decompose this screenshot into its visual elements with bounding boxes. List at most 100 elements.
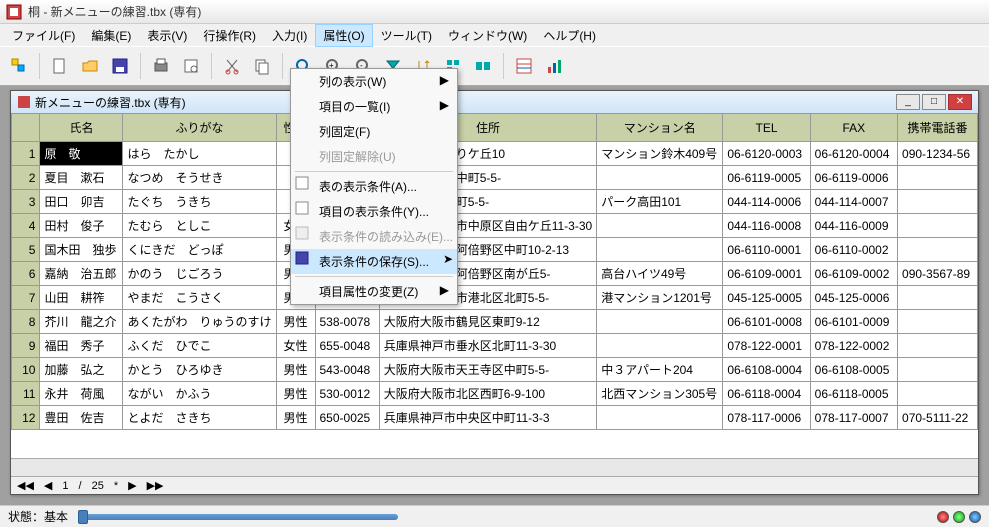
data-grid[interactable]: 氏名 ふりがな 性別 郵便番号 住所 マンション名 TEL FAX 携帯電話番 … <box>11 113 978 458</box>
cell-mansion[interactable]: 港マンション1201号 <box>597 286 723 310</box>
toolbar-join-icon[interactable] <box>470 53 496 79</box>
cell-mob[interactable] <box>898 214 978 238</box>
toolbar-copy-icon[interactable] <box>249 53 275 79</box>
cell-fax[interactable]: 06-6101-0009 <box>810 310 897 334</box>
cell-tel[interactable]: 06-6110-0001 <box>723 238 810 262</box>
menu-save-cond[interactable]: 表示条件の保存(S)...➤ <box>291 249 457 274</box>
cell-mob[interactable] <box>898 238 978 262</box>
cell-zip[interactable]: 543-0048 <box>315 358 379 382</box>
cell-mob[interactable] <box>898 190 978 214</box>
cell-mansion[interactable] <box>597 214 723 238</box>
toolbar-new-icon[interactable] <box>6 53 32 79</box>
cell-kana[interactable]: ながい かふう <box>123 382 276 406</box>
cell-sex[interactable]: 男性 <box>276 358 315 382</box>
cell-name[interactable]: 永井 荷風 <box>40 382 123 406</box>
nav-prev-icon[interactable]: ◀ <box>44 479 52 492</box>
nav-next-icon[interactable]: ▶ <box>128 479 136 492</box>
cell-kana[interactable]: くにきだ どっぽ <box>123 238 276 262</box>
cell-kana[interactable]: やまだ こうさく <box>123 286 276 310</box>
cell-mob[interactable] <box>898 334 978 358</box>
table-row[interactable]: 12豊田 佐吉とよだ さきち男性650-0025兵庫県神戸市中央区中町11-3-… <box>12 406 978 430</box>
menu-change-attr[interactable]: 項目属性の変更(Z)▶ <box>291 279 457 304</box>
toolbar-preview-icon[interactable] <box>178 53 204 79</box>
cell-mansion[interactable] <box>597 238 723 262</box>
table-row[interactable]: 3田口 卯吉たぐち うきち崎市中原区中町5-5-パーク高田101044-114-… <box>12 190 978 214</box>
cell-kana[interactable]: なつめ そうせき <box>123 166 276 190</box>
toolbar-save-icon[interactable] <box>107 53 133 79</box>
cell-fax[interactable]: 06-6120-0004 <box>810 142 897 166</box>
cell-tel[interactable]: 06-6101-0008 <box>723 310 810 334</box>
cell-name[interactable]: 加藤 弘之 <box>40 358 123 382</box>
nav-last-icon[interactable]: ▶▶ <box>147 479 164 492</box>
toolbar-chart-icon[interactable] <box>541 53 567 79</box>
cell-name[interactable]: 福田 秀子 <box>40 334 123 358</box>
cell-name[interactable]: 田村 俊子 <box>40 214 123 238</box>
cell-zip[interactable]: 650-0025 <box>315 406 379 430</box>
menu-item-list[interactable]: 項目の一覧(I)▶ <box>291 94 457 119</box>
col-header-mob[interactable]: 携帯電話番 <box>898 114 978 142</box>
cell-name[interactable]: 夏目 漱石 <box>40 166 123 190</box>
table-row[interactable]: 10加藤 弘之かとう ひろゆき男性543-0048大阪府大阪市天王寺区中町5-5… <box>12 358 978 382</box>
cell-kana[interactable]: かのう じごろう <box>123 262 276 286</box>
menu-view[interactable]: 表示(V) <box>139 24 195 47</box>
cell-mob[interactable] <box>898 166 978 190</box>
menu-edit[interactable]: 編集(E) <box>83 24 139 47</box>
menu-input[interactable]: 入力(I) <box>264 24 315 47</box>
table-row[interactable]: 11永井 荷風ながい かふう男性530-0012大阪府大阪市北区西町6-9-10… <box>12 382 978 406</box>
cell-mansion[interactable]: 高台ハイツ49号 <box>597 262 723 286</box>
cell-name[interactable]: 豊田 佐吉 <box>40 406 123 430</box>
toolbar-open-icon[interactable] <box>77 53 103 79</box>
table-row[interactable]: 4田村 俊子たむら としこ女性神奈川県川崎市中原区自由ケ丘11-3-30044-… <box>12 214 978 238</box>
toolbar-cut-icon[interactable] <box>219 53 245 79</box>
cell-tel[interactable]: 06-6119-0005 <box>723 166 810 190</box>
cell-name[interactable]: 原 敬 <box>40 142 123 166</box>
cell-fax[interactable]: 078-117-0007 <box>810 406 897 430</box>
zoom-slider[interactable] <box>78 514 398 520</box>
cell-name[interactable]: 田口 卯吉 <box>40 190 123 214</box>
cell-mansion[interactable] <box>597 310 723 334</box>
cell-addr[interactable]: 兵庫県神戸市垂水区北町11-3-30 <box>379 334 596 358</box>
cell-mob[interactable]: 090-3567-89 <box>898 262 978 286</box>
cell-sex[interactable]: 男性 <box>276 406 315 430</box>
cell-name[interactable]: 嘉納 治五郎 <box>40 262 123 286</box>
cell-mob[interactable] <box>898 310 978 334</box>
table-row[interactable]: 9福田 秀子ふくだ ひでこ女性655-0048兵庫県神戸市垂水区北町11-3-3… <box>12 334 978 358</box>
cell-zip[interactable]: 530-0012 <box>315 382 379 406</box>
table-row[interactable]: 2夏目 漱石なつめ そうせき阪市天王寺区中町5-5-06-6119-000506… <box>12 166 978 190</box>
col-header-tel[interactable]: TEL <box>723 114 810 142</box>
cell-mansion[interactable] <box>597 334 723 358</box>
cell-fax[interactable]: 078-122-0002 <box>810 334 897 358</box>
cell-sex[interactable]: 男性 <box>276 382 315 406</box>
cell-tel[interactable]: 078-122-0001 <box>723 334 810 358</box>
cell-tel[interactable]: 06-6108-0004 <box>723 358 810 382</box>
cell-addr[interactable]: 大阪府大阪市天王寺区中町5-5- <box>379 358 596 382</box>
menu-table-cond[interactable]: 表の表示条件(A)... <box>291 174 457 199</box>
cell-mansion[interactable] <box>597 166 723 190</box>
cell-kana[interactable]: かとう ひろゆき <box>123 358 276 382</box>
cell-tel[interactable]: 044-116-0008 <box>723 214 810 238</box>
cell-mansion[interactable]: パーク高田101 <box>597 190 723 214</box>
table-row[interactable]: 1原 敬はら たかし阪市北区ひばりケ丘10マンション鈴木409号06-6120-… <box>12 142 978 166</box>
cell-name[interactable]: 国木田 独歩 <box>40 238 123 262</box>
cell-name[interactable]: 山田 耕筰 <box>40 286 123 310</box>
cell-mansion[interactable] <box>597 406 723 430</box>
toolbar-form-icon[interactable] <box>511 53 537 79</box>
cell-fax[interactable]: 044-114-0007 <box>810 190 897 214</box>
menu-col-show[interactable]: 列の表示(W)▶ <box>291 69 457 94</box>
cell-name[interactable]: 芥川 龍之介 <box>40 310 123 334</box>
cell-fax[interactable]: 06-6118-0005 <box>810 382 897 406</box>
cell-zip[interactable]: 538-0078 <box>315 310 379 334</box>
cell-fax[interactable]: 06-6108-0005 <box>810 358 897 382</box>
col-header-kana[interactable]: ふりがな <box>123 114 276 142</box>
cell-fax[interactable]: 044-116-0009 <box>810 214 897 238</box>
cell-mob[interactable] <box>898 382 978 406</box>
cell-kana[interactable]: たむら としこ <box>123 214 276 238</box>
cell-fax[interactable]: 06-6119-0006 <box>810 166 897 190</box>
cell-kana[interactable]: たぐち うきち <box>123 190 276 214</box>
menu-attr[interactable]: 属性(O) <box>315 24 372 47</box>
table-row[interactable]: 7山田 耕筰やまだ こうさく男性222-0054神奈川県横浜市港北区北町5-5-… <box>12 286 978 310</box>
cell-mob[interactable]: 090-1234-56 <box>898 142 978 166</box>
doc-minimize-button[interactable]: _ <box>896 94 920 110</box>
doc-maximize-button[interactable]: □ <box>922 94 946 110</box>
cell-mansion[interactable]: マンション鈴木409号 <box>597 142 723 166</box>
